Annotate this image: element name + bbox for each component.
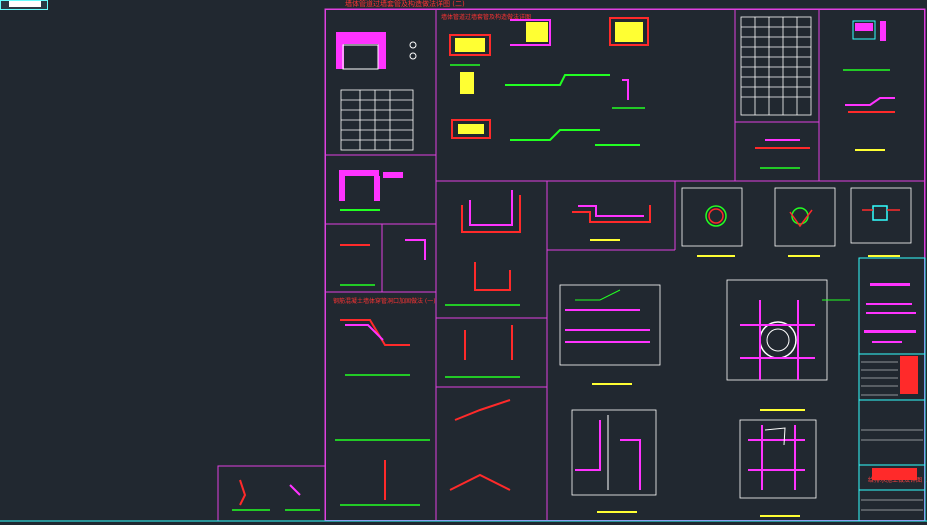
cad-drawing-canvas[interactable] [0,0,927,525]
